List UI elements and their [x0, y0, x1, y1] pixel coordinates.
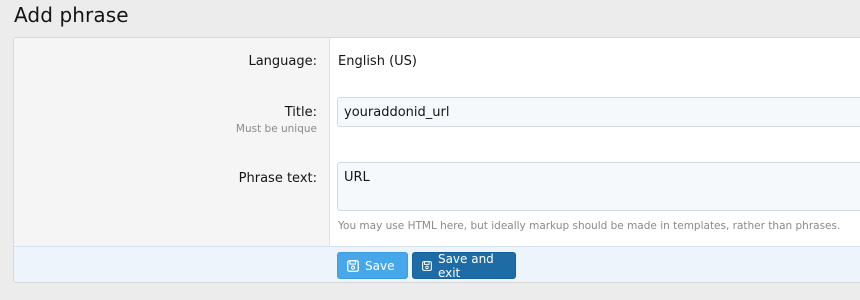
submit-row: Save Save and exit — [14, 246, 860, 282]
phrase-text-input[interactable]: URL — [337, 162, 860, 211]
page-title: Add phrase — [14, 3, 129, 27]
phrase-text-label: Phrase text: — [238, 171, 317, 186]
save-icon — [347, 259, 359, 272]
title-input[interactable] — [337, 97, 860, 127]
language-label: Language: — [248, 54, 317, 69]
phrase-text-explain: You may use HTML here, but ideally marku… — [338, 220, 841, 232]
save-and-exit-button[interactable]: Save and exit — [412, 251, 516, 280]
save-button-label: Save — [365, 258, 395, 273]
language-value: English (US) — [338, 54, 417, 69]
label-column — [14, 38, 330, 246]
save-icon — [422, 260, 432, 271]
save-and-exit-button-label: Save and exit — [437, 251, 494, 280]
title-label: Title: — [284, 105, 317, 120]
add-phrase-form: Language: English (US) Title: Must be un… — [13, 37, 860, 283]
title-hint: Must be unique — [235, 123, 317, 135]
save-button[interactable]: Save — [337, 252, 408, 279]
